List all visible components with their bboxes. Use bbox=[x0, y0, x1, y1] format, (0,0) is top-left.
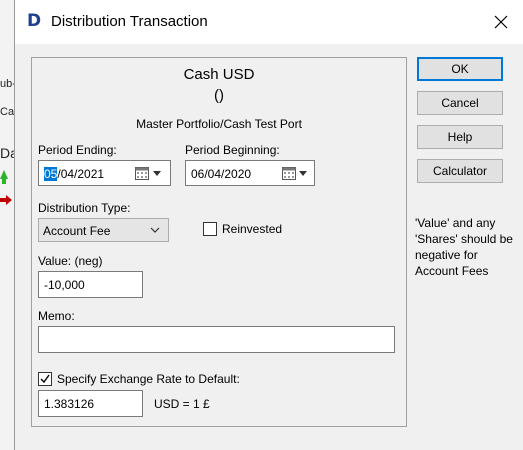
right-arrow-head bbox=[6, 195, 12, 205]
period-ending-selected-part: 05 bbox=[44, 167, 58, 181]
ok-button[interactable]: OK bbox=[417, 57, 503, 81]
reinvested-label: Reinvested bbox=[222, 222, 283, 236]
help-button[interactable]: Help bbox=[417, 125, 503, 149]
distribution-type-select[interactable]: Account Fee bbox=[38, 218, 169, 242]
background-text: Ca bbox=[0, 106, 14, 118]
background-window: ub-I Ca Da bbox=[0, 0, 14, 450]
distribution-transaction-dialog: D Distribution Transaction Cash USD () M… bbox=[14, 0, 523, 450]
exchange-rate-checkbox[interactable] bbox=[38, 372, 52, 386]
exchange-rate-value: 1.383126 bbox=[44, 397, 95, 411]
memo-input[interactable] bbox=[38, 326, 395, 353]
exchange-rate-label: Specify Exchange Rate to Default: bbox=[57, 372, 240, 386]
background-text: Da bbox=[0, 145, 14, 161]
period-ending-date-picker[interactable]: 05/04/2021 bbox=[38, 160, 171, 186]
dialog-title: Distribution Transaction bbox=[51, 13, 208, 30]
dropdown-arrow-icon[interactable] bbox=[299, 171, 307, 176]
portfolio-path: Master Portfolio/Cash Test Port bbox=[136, 117, 302, 131]
exchange-rate-input[interactable]: 1.383126 bbox=[38, 390, 143, 417]
period-beginning-label: Period Beginning: bbox=[185, 143, 280, 157]
distribution-type-label: Distribution Type: bbox=[38, 201, 131, 215]
value-label: Value: (neg) bbox=[38, 254, 103, 268]
account-fee-note: 'Value' and any 'Shares' should be negat… bbox=[415, 216, 513, 278]
memo-label: Memo: bbox=[38, 309, 75, 323]
app-logo-icon: D bbox=[27, 11, 42, 31]
transaction-panel: Cash USD () Master Portfolio/Cash Test P… bbox=[31, 57, 407, 427]
chevron-down-icon bbox=[150, 227, 160, 233]
calendar-icon[interactable] bbox=[282, 167, 296, 180]
calendar-icon[interactable] bbox=[135, 167, 149, 180]
reinvested-checkbox[interactable] bbox=[203, 222, 217, 236]
value-input[interactable]: -10,000 bbox=[38, 271, 143, 298]
period-beginning-date-picker[interactable]: 06/04/2020 bbox=[185, 160, 315, 186]
period-beginning-value: 06/04/2020 bbox=[191, 167, 252, 181]
asset-name: Cash USD bbox=[183, 66, 255, 83]
value-input-text: -10,000 bbox=[44, 278, 85, 292]
period-ending-rest: /04/2021 bbox=[57, 167, 105, 181]
up-arrow-stem bbox=[2, 178, 6, 184]
close-button[interactable] bbox=[478, 0, 523, 44]
title-bar[interactable]: D Distribution Transaction bbox=[15, 0, 523, 44]
exchange-rate-unit: USD = 1 £ bbox=[154, 397, 210, 411]
period-ending-value: 05/04/2021 bbox=[44, 167, 104, 181]
checkmark-icon bbox=[40, 374, 50, 384]
background-text: ub-I bbox=[0, 78, 14, 90]
dropdown-arrow-icon[interactable] bbox=[153, 171, 161, 176]
cancel-button[interactable]: Cancel bbox=[417, 91, 503, 115]
calculator-button[interactable]: Calculator bbox=[417, 159, 503, 183]
asset-symbol: () bbox=[214, 87, 224, 104]
distribution-type-value: Account Fee bbox=[43, 224, 111, 238]
close-icon bbox=[494, 15, 508, 29]
period-ending-label: Period Ending: bbox=[38, 143, 117, 157]
